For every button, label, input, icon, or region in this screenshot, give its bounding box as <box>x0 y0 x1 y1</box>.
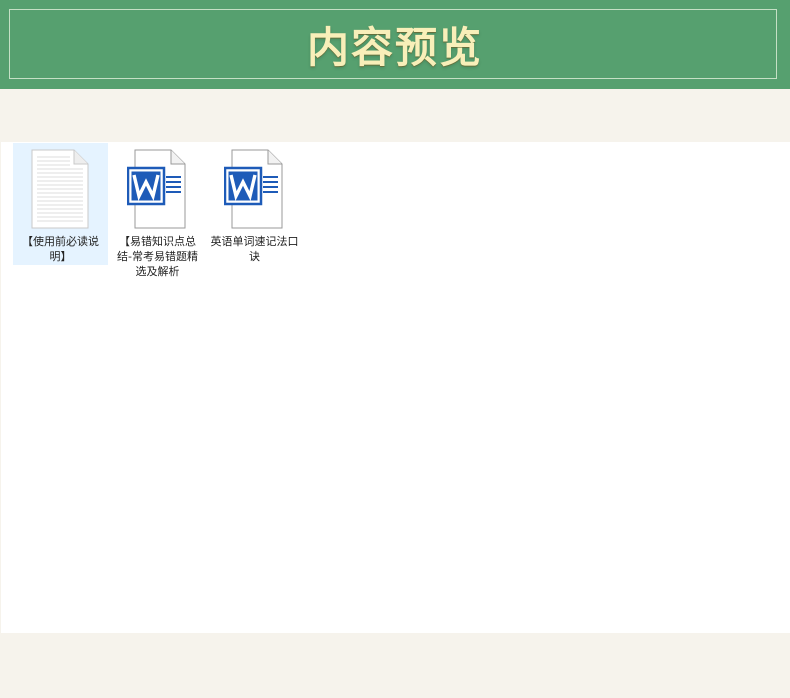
word-document-icon <box>127 149 186 229</box>
file-item-vocab-mnemonics[interactable]: 英语单词速记法口诀 <box>207 143 302 265</box>
preview-banner: 内容预览 <box>0 0 790 89</box>
file-label: 【使用前必读说明】 <box>22 235 99 263</box>
file-label: 英语单词速记法口诀 <box>210 235 299 263</box>
word-document-icon <box>224 149 283 229</box>
file-item-usage-notes[interactable]: 【使用前必读说明】 <box>13 143 108 265</box>
file-item-error-summary[interactable]: 【易错知识点总结-常考易错题精选及解析 <box>110 143 205 278</box>
file-explorer-pane: 【使用前必读说明】 【易错知识点总结-常考易错题精选及解析 英语单词速记法口诀 <box>1 142 790 633</box>
page-title: 内容预览 <box>306 23 483 72</box>
file-label: 【易错知识点总结-常考易错题精选及解析 <box>117 235 198 278</box>
text-document-icon <box>31 149 89 229</box>
